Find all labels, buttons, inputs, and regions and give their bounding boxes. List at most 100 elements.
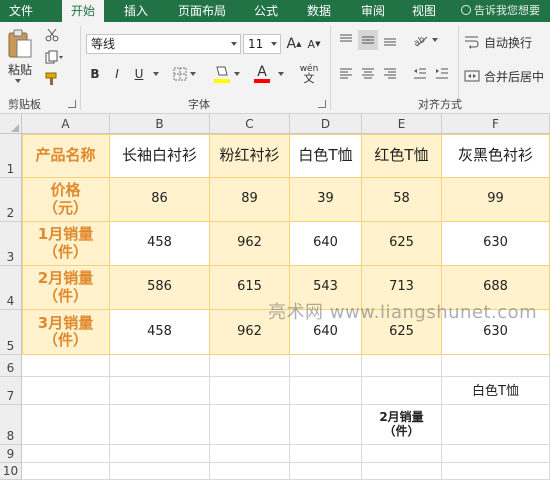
empty-cell[interactable] bbox=[110, 405, 210, 445]
empty-cell[interactable] bbox=[22, 445, 110, 463]
tab-formulas[interactable]: 公式 bbox=[245, 0, 287, 22]
bold-button[interactable]: B bbox=[86, 64, 104, 84]
tab-insert[interactable]: 插入 bbox=[115, 0, 157, 22]
row-header-5[interactable]: 5 bbox=[0, 310, 22, 355]
cut-icon[interactable] bbox=[42, 26, 62, 44]
row-label-cell[interactable]: 1月销量（件） bbox=[22, 222, 110, 266]
empty-cell[interactable] bbox=[362, 445, 442, 463]
data-cell[interactable]: 688 bbox=[442, 266, 550, 310]
data-cell[interactable]: 625 bbox=[362, 310, 442, 355]
row-header-9[interactable]: 9 bbox=[0, 445, 22, 463]
empty-cell[interactable] bbox=[290, 377, 362, 405]
empty-cell[interactable] bbox=[290, 405, 362, 445]
row-header-3[interactable]: 3 bbox=[0, 222, 22, 266]
clipboard-launcher-icon[interactable] bbox=[68, 100, 76, 108]
tab-home[interactable]: 开始 bbox=[62, 0, 104, 22]
merge-center-button[interactable]: 合并后居中 bbox=[464, 66, 550, 86]
increase-indent-icon[interactable] bbox=[432, 64, 452, 84]
align-top-icon[interactable] bbox=[336, 30, 356, 50]
font-name-combo[interactable]: 等线 bbox=[86, 34, 241, 54]
underline-button[interactable]: U bbox=[130, 64, 148, 84]
column-header-f[interactable]: F bbox=[442, 114, 550, 134]
data-cell[interactable]: 86 bbox=[110, 178, 210, 222]
empty-cell[interactable] bbox=[442, 463, 550, 480]
product-header-cell[interactable]: 白色T恤 bbox=[290, 134, 362, 178]
data-cell[interactable]: 630 bbox=[442, 310, 550, 355]
format-painter-icon[interactable] bbox=[42, 70, 62, 88]
row-label-cell[interactable]: 价格（元） bbox=[22, 178, 110, 222]
wrap-text-button[interactable]: 自动换行 bbox=[464, 32, 550, 52]
data-cell[interactable]: 962 bbox=[210, 222, 290, 266]
product-header-cell[interactable]: 长袖白衬衫 bbox=[110, 134, 210, 178]
product-header-cell[interactable]: 粉红衬衫 bbox=[210, 134, 290, 178]
row-header-2[interactable]: 2 bbox=[0, 178, 22, 222]
phonetic-guide-button[interactable]: wén 文 bbox=[294, 62, 324, 86]
borders-icon[interactable] bbox=[172, 64, 196, 84]
row-header-10[interactable]: 10 bbox=[0, 463, 22, 480]
paste-button[interactable]: 粘贴 bbox=[4, 62, 36, 77]
empty-cell[interactable] bbox=[210, 377, 290, 405]
empty-cell[interactable] bbox=[290, 355, 362, 377]
data-cell[interactable]: 625 bbox=[362, 222, 442, 266]
align-bottom-icon[interactable] bbox=[380, 30, 400, 50]
italic-button[interactable]: I bbox=[108, 64, 126, 84]
copy-icon[interactable] bbox=[42, 48, 68, 66]
grow-font-button[interactable]: A ▲ bbox=[285, 34, 303, 54]
product-header-cell[interactable]: 红色T恤 bbox=[362, 134, 442, 178]
align-right-icon[interactable] bbox=[380, 64, 400, 84]
column-header-e[interactable]: E bbox=[362, 114, 442, 134]
row-header-1[interactable]: 1 bbox=[0, 134, 22, 178]
empty-cell[interactable] bbox=[110, 463, 210, 480]
empty-cell[interactable] bbox=[110, 445, 210, 463]
empty-cell[interactable] bbox=[210, 355, 290, 377]
cell-f7[interactable]: 白色T恤 bbox=[442, 377, 550, 405]
align-center-icon[interactable] bbox=[358, 64, 378, 84]
decrease-indent-icon[interactable] bbox=[410, 64, 430, 84]
tab-page-layout[interactable]: 页面布局 bbox=[170, 0, 234, 22]
data-cell[interactable]: 58 bbox=[362, 178, 442, 222]
tab-data[interactable]: 数据 bbox=[298, 0, 340, 22]
data-cell[interactable]: 458 bbox=[110, 222, 210, 266]
empty-cell[interactable] bbox=[110, 377, 210, 405]
align-middle-icon[interactable] bbox=[358, 30, 378, 50]
data-cell[interactable]: 630 bbox=[442, 222, 550, 266]
data-cell[interactable]: 586 bbox=[110, 266, 210, 310]
font-color-dropdown-icon[interactable] bbox=[274, 64, 284, 84]
paste-icon[interactable] bbox=[4, 26, 36, 62]
data-cell[interactable]: 615 bbox=[210, 266, 290, 310]
empty-cell[interactable] bbox=[362, 355, 442, 377]
cell-e8[interactable]: 2月销量（件） bbox=[362, 405, 442, 445]
empty-cell[interactable] bbox=[210, 463, 290, 480]
font-launcher-icon[interactable] bbox=[318, 100, 326, 108]
empty-cell[interactable] bbox=[22, 463, 110, 480]
empty-cell[interactable] bbox=[290, 445, 362, 463]
data-cell[interactable]: 99 bbox=[442, 178, 550, 222]
orientation-icon[interactable]: ab bbox=[410, 30, 440, 50]
data-cell[interactable]: 640 bbox=[290, 222, 362, 266]
data-cell[interactable]: 713 bbox=[362, 266, 442, 310]
empty-cell[interactable] bbox=[22, 355, 110, 377]
empty-cell[interactable] bbox=[110, 355, 210, 377]
underline-dropdown-icon[interactable] bbox=[148, 64, 160, 84]
product-header-cell[interactable]: 灰黑色衬衫 bbox=[442, 134, 550, 178]
empty-cell[interactable] bbox=[442, 445, 550, 463]
data-cell[interactable]: 543 bbox=[290, 266, 362, 310]
data-cell[interactable]: 458 bbox=[110, 310, 210, 355]
tab-review[interactable]: 审阅 bbox=[352, 0, 394, 22]
row-header-4[interactable]: 4 bbox=[0, 266, 22, 310]
data-cell[interactable]: 39 bbox=[290, 178, 362, 222]
column-header-d[interactable]: D bbox=[290, 114, 362, 134]
font-color-button[interactable]: A bbox=[248, 62, 276, 86]
shrink-font-button[interactable]: A ▼ bbox=[305, 34, 323, 54]
row-label-cell[interactable]: 2月销量（件） bbox=[22, 266, 110, 310]
row-label-cell[interactable]: 3月销量（件） bbox=[22, 310, 110, 355]
empty-cell[interactable] bbox=[442, 405, 550, 445]
column-header-c[interactable]: C bbox=[210, 114, 290, 134]
column-header-b[interactable]: B bbox=[110, 114, 210, 134]
column-header-a[interactable]: A bbox=[22, 114, 110, 134]
product-name-header-cell[interactable]: 产品名称 bbox=[22, 134, 110, 178]
empty-cell[interactable] bbox=[362, 463, 442, 480]
row-header-7[interactable]: 7 bbox=[0, 377, 22, 405]
row-header-8[interactable]: 8 bbox=[0, 405, 22, 445]
select-all-button[interactable] bbox=[0, 114, 22, 134]
